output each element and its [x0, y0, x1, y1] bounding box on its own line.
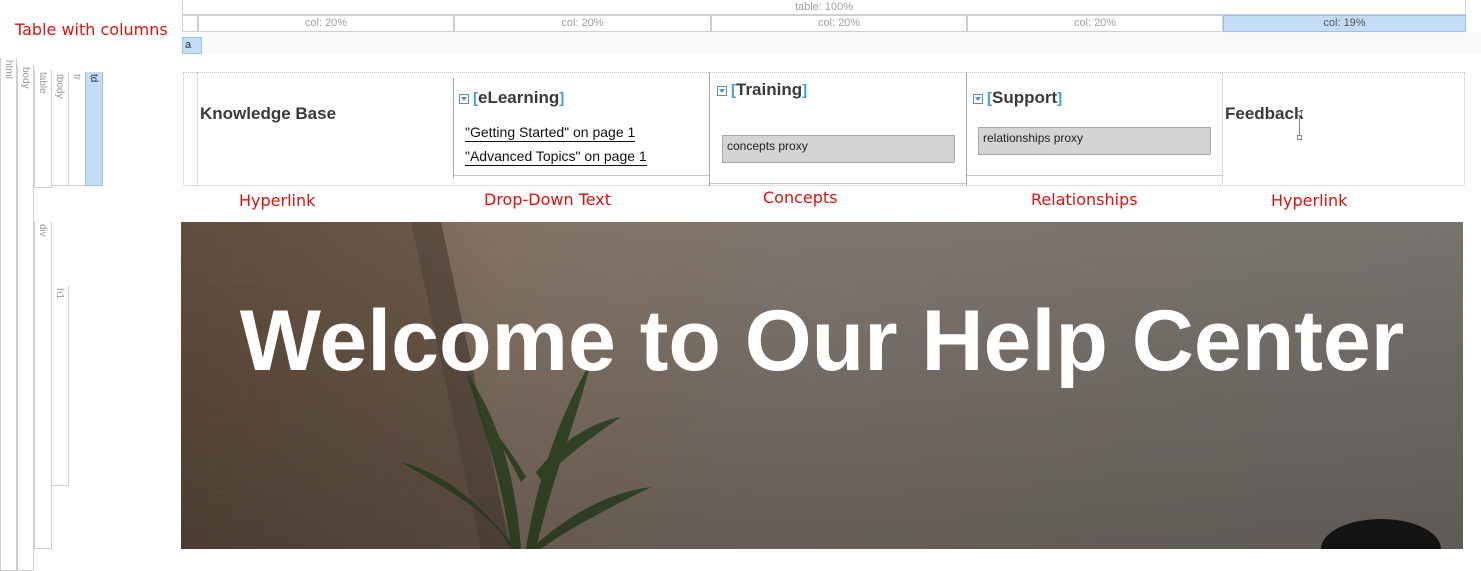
structure-bar-td[interactable]: td: [85, 72, 103, 186]
annotation-drop-down-text: Drop-Down Text: [484, 190, 612, 209]
chevron-down-icon[interactable]: [973, 93, 983, 104]
table-row: [183, 72, 1465, 186]
structure-bar-html[interactable]: html: [0, 58, 17, 571]
elearning-dropdown-head[interactable]: [eLearning]: [459, 88, 564, 108]
resize-handle-top[interactable]: [1297, 111, 1302, 116]
cell-divider-1: [197, 72, 198, 186]
resize-handle-bottom[interactable]: [1297, 135, 1302, 140]
annotation-relationships: Relationships: [1031, 190, 1138, 209]
structure-label-tr: tr: [71, 74, 82, 81]
marker-close-icon: ]: [1057, 90, 1063, 107]
ruler-band: [182, 32, 1481, 54]
structure-bar-tbody[interactable]: tbody: [51, 72, 69, 186]
column-ruler-2[interactable]: col: 20%: [454, 15, 711, 32]
structure-bar-h1[interactable]: h1: [51, 286, 69, 486]
chevron-down-icon[interactable]: [717, 85, 727, 96]
concepts-proxy[interactable]: concepts proxy: [722, 135, 955, 163]
cell-divider-4: [966, 72, 967, 186]
structure-label-html: html: [3, 60, 14, 79]
structure-label-tbody: tbody: [54, 74, 65, 99]
table-ruler[interactable]: table: 100%: [182, 0, 1466, 15]
cell-bottom-line-4: [967, 175, 1222, 176]
structure-bar-tr[interactable]: tr: [68, 72, 86, 186]
column-ruler-1[interactable]: col: 20%: [198, 15, 454, 32]
training-title: Training: [736, 80, 803, 99]
feedback-link[interactable]: Feedback: [1225, 104, 1303, 124]
annotation-hyperlink-2: Hyperlink: [1271, 191, 1348, 210]
marker-close-icon: ]: [559, 90, 565, 107]
structure-bar-div[interactable]: div: [34, 222, 52, 549]
hero-banner: Welcome to Our Help Center: [181, 222, 1463, 549]
support-title: Support: [992, 88, 1058, 107]
annotation-concepts: Concepts: [763, 188, 838, 207]
getting-started-link[interactable]: "Getting Started" on page 1: [465, 124, 636, 142]
cell-divider-2: [453, 78, 454, 178]
structure-bar-body[interactable]: body: [17, 65, 34, 571]
elearning-title: eLearning: [478, 88, 560, 107]
annotation-table-with-columns: Table with columns: [15, 20, 168, 39]
structure-label-td: td: [88, 74, 99, 83]
cell-divider-5: [1222, 72, 1223, 186]
cell-divider-3: [709, 72, 710, 186]
training-dropdown-head[interactable]: [Training]: [717, 80, 807, 100]
anchor-tag-marker[interactable]: a: [182, 37, 202, 54]
structure-label-div: div: [37, 224, 48, 237]
relationships-proxy[interactable]: relationships proxy: [978, 127, 1211, 155]
cell-bottom-line-3: [710, 183, 966, 184]
marker-close-icon: ]: [802, 82, 808, 99]
structure-label-table: table: [37, 72, 48, 94]
structure-label-h1: h1: [54, 288, 65, 300]
hero-title: Welcome to Our Help Center: [239, 293, 1405, 389]
column-ruler-5[interactable]: col: 19%: [1223, 15, 1466, 32]
cell-bottom-line-2: [454, 175, 709, 176]
structure-bar-table[interactable]: table: [34, 70, 52, 188]
advanced-topics-link[interactable]: "Advanced Topics" on page 1: [465, 148, 647, 166]
structure-label-body: body: [20, 67, 31, 89]
support-dropdown-head[interactable]: [Support]: [973, 88, 1062, 108]
knowledge-base-link[interactable]: Knowledge Base: [200, 104, 336, 124]
column-ruler-4[interactable]: col: 20%: [967, 15, 1223, 32]
column-ruler-3[interactable]: col: 20%: [711, 15, 967, 32]
annotation-hyperlink-1: Hyperlink: [239, 191, 316, 210]
ruler-row-gutter[interactable]: [182, 15, 198, 32]
chevron-down-icon[interactable]: [459, 93, 469, 104]
